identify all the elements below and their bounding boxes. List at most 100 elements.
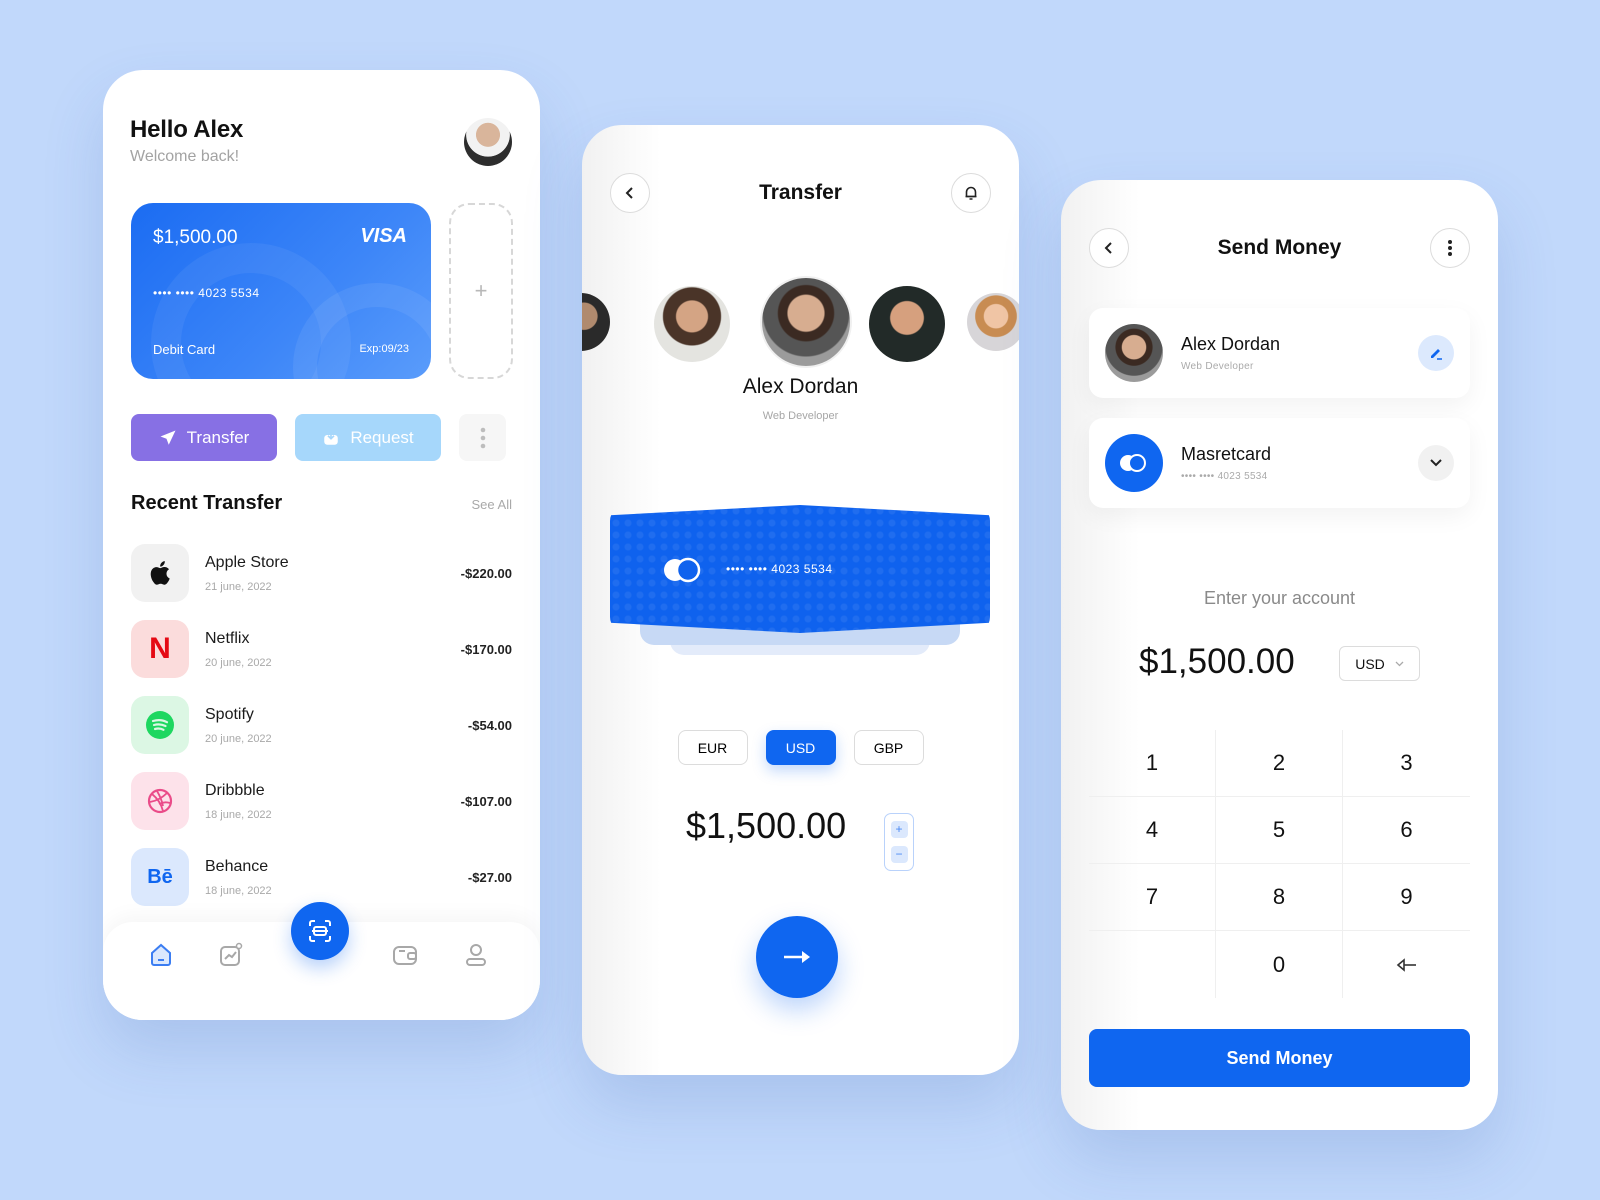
card-name: Masretcard [1181,444,1272,464]
scan-button[interactable] [291,902,349,960]
request-button-label: Request [350,427,414,447]
send-amount-input[interactable]: $1,500.00 [1139,642,1295,682]
bell-icon [965,186,977,200]
keypad-key-7[interactable]: 7 [1089,864,1216,931]
contact-avatar[interactable] [869,286,945,362]
nav-home[interactable] [146,940,176,970]
keypad-key-3[interactable]: 3 [1343,730,1470,797]
back-button[interactable] [1089,228,1129,268]
nav-profile[interactable] [461,940,491,970]
vertical-dots-icon [1448,240,1452,256]
card-balance: $1,500.00 [153,227,238,248]
nav-analytics[interactable] [216,940,246,970]
amount-stepper: + − [884,813,914,871]
transaction-details: Behance 18 june, 2022 [205,858,468,897]
transaction-name: Netflix [205,629,250,647]
mastercard-card: •••• •••• 4023 5534 [610,505,990,633]
send-money-screen: Send Money Alex Dordan Web Developer Mas… [1061,180,1498,1130]
transaction-details: Dribbble 18 june, 2022 [205,782,461,821]
transaction-details: Apple Store 21 june, 2022 [205,554,461,593]
home-screen: Hello Alex Welcome back! $1,500.00 VISA … [103,70,540,1020]
vertical-dots-icon [480,427,485,448]
continue-button[interactable] [756,916,838,998]
keypad-key-1[interactable]: 1 [1089,730,1216,797]
card-number: •••• •••• 4023 5534 [726,562,833,576]
back-button[interactable] [610,173,650,213]
increment-button[interactable]: + [890,821,908,838]
currency-select[interactable]: USD [1339,646,1420,681]
transaction-date: 21 june, 2022 [205,580,272,593]
transaction-name: Behance [205,857,269,875]
transfer-screen: Transfer Alex Dordan Web Developer •••• … [582,125,1019,1075]
recent-transfer-header: Recent Transfer See All [131,492,512,515]
more-options-button[interactable] [1430,228,1470,268]
transaction-row[interactable]: N Netflix 20 june, 2022 -$170.00 [131,611,512,687]
add-card-button[interactable]: + [449,203,513,379]
chevron-left-icon [1104,242,1112,254]
transfer-amount: $1,500.00 [686,805,847,846]
contact-avatar[interactable] [582,293,610,351]
transaction-amount: -$27.00 [467,869,512,885]
chevron-down-icon [1395,661,1404,666]
keypad-key-8[interactable]: 8 [1216,864,1343,931]
home-icon [151,943,171,966]
numeric-keypad: 123 456 7890 [1089,730,1470,998]
plus-icon: + [474,278,488,303]
user-avatar[interactable] [464,118,512,166]
recipient-role: Web Developer [1181,361,1254,372]
currency-selector: EUR USD GBP [582,730,1019,765]
recipient-avatar [1105,324,1163,382]
greeting-subtitle: Welcome back! [130,148,240,165]
transaction-details: Netflix 20 june, 2022 [205,630,461,669]
decrement-button[interactable]: − [890,846,908,863]
currency-option-gbp[interactable]: GBP [853,730,924,765]
transaction-row[interactable]: Spotify 20 june, 2022 -$54.00 [131,687,512,763]
contact-avatar[interactable] [967,293,1019,351]
see-all-link[interactable]: See All [472,497,512,512]
payment-card[interactable]: •••• •••• 4023 5534 [610,505,990,665]
currency-option-usd[interactable]: USD [765,730,836,765]
transaction-amount: -$220.00 [460,565,512,581]
keypad-key-9[interactable]: 9 [1343,864,1470,931]
selected-contact-avatar[interactable] [760,276,852,368]
scan-icon [309,920,331,942]
card-number: •••• •••• 4023 5534 [153,286,260,300]
nav-wallet[interactable] [390,940,420,970]
transfer-button[interactable]: Transfer [131,414,277,461]
keypad-key-2[interactable]: 2 [1216,730,1343,797]
debit-card[interactable]: $1,500.00 VISA •••• •••• 4023 5534 Debit… [131,203,431,379]
keypad-key-6[interactable]: 6 [1343,797,1470,864]
notifications-button[interactable] [951,173,991,213]
more-options-button[interactable] [459,414,506,461]
behance-icon: Bē [131,848,189,906]
keypad-key-0[interactable]: 0 [1216,931,1343,998]
download-tray-icon [324,430,339,445]
keypad-key-4[interactable]: 4 [1089,797,1216,864]
send-money-header: Send Money [1089,228,1470,268]
backspace-key[interactable] [1343,931,1470,998]
transaction-date: 20 june, 2022 [205,732,272,745]
apple-icon [131,544,189,602]
currency-option-eur[interactable]: EUR [677,730,748,765]
transaction-amount: -$54.00 [467,717,512,733]
contact-avatar[interactable] [654,286,730,362]
transaction-row[interactable]: Dribbble 18 june, 2022 -$107.00 [131,763,512,839]
spotify-icon [131,696,189,754]
card-type: Debit Card [153,342,216,357]
transaction-name: Apple Store [205,553,289,571]
transaction-date: 18 june, 2022 [205,808,272,821]
transaction-amount: -$107.00 [460,793,512,809]
edit-recipient-button[interactable] [1418,335,1454,371]
keypad-key-5[interactable]: 5 [1216,797,1343,864]
transaction-name: Spotify [205,705,254,723]
transaction-date: 20 june, 2022 [205,656,272,669]
request-button[interactable]: Request [295,414,441,461]
send-money-button[interactable]: Send Money [1089,1029,1470,1087]
mastercard-logo-icon [1120,454,1146,472]
card-dropdown-button[interactable] [1418,445,1454,481]
transaction-row[interactable]: Apple Store 21 june, 2022 -$220.00 [131,535,512,611]
analytics-icon [220,942,243,966]
enter-amount-label: Enter your account [1203,588,1356,608]
transaction-amount: -$170.00 [460,641,512,657]
greeting-block: Hello Alex Welcome back! [130,116,243,166]
